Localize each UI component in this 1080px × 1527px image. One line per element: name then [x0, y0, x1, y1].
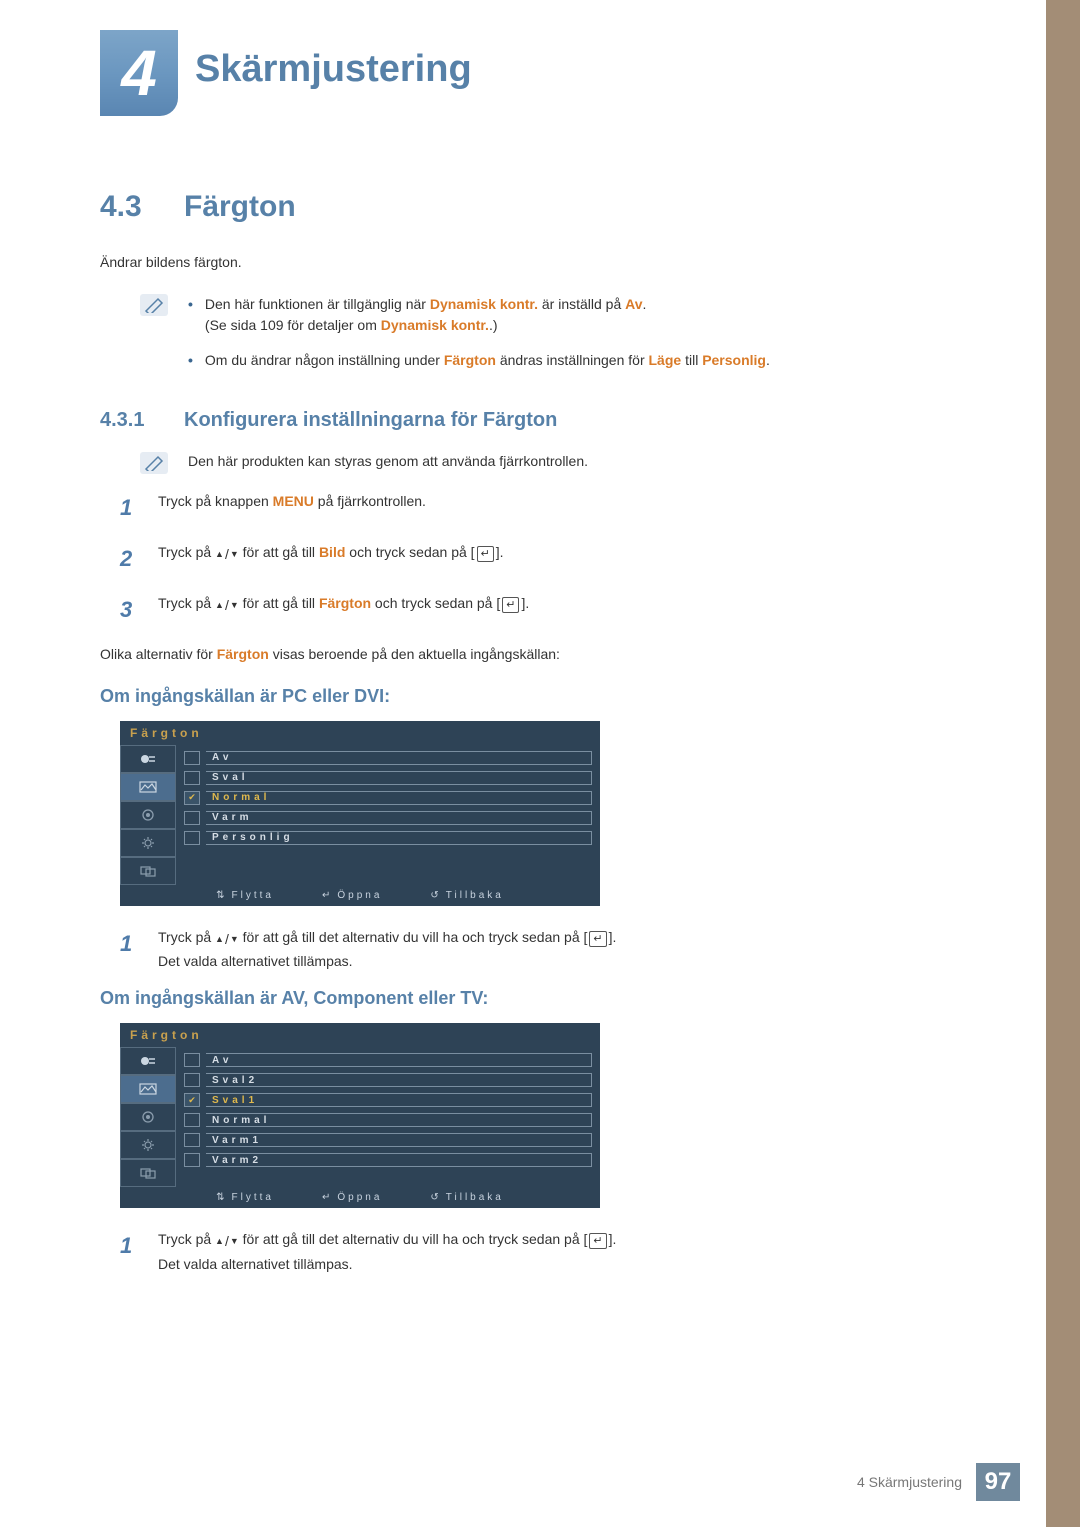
- osd-item-selected: ✔Sval1: [184, 1091, 592, 1109]
- osd-icon-setup: [120, 829, 176, 857]
- osd-foot-back: ↺Tillbaka: [430, 1192, 503, 1203]
- osd-icon-sound: [120, 801, 176, 829]
- subsection-note: Den här produkten kan styras genom att a…: [188, 452, 960, 472]
- paragraph-options: Olika alternativ för Färgton visas beroe…: [100, 646, 960, 662]
- step-2: 2 Tryck på / för att gå till Bild och tr…: [120, 541, 960, 576]
- osd-foot-back: ↺Tillbaka: [430, 890, 503, 901]
- osd-icon-sound: [120, 1103, 176, 1131]
- step-after-osd1: 1 Tryck på / för att gå till det alterna…: [120, 926, 960, 973]
- osd-item: Av: [184, 1051, 592, 1069]
- osd-title: Färgton: [120, 721, 600, 745]
- note-icon: [140, 452, 168, 474]
- osd-icon-multi: [120, 1159, 176, 1187]
- enter-icon: [589, 931, 606, 947]
- subsection-title: Konfigurera inställningarna för Färgton: [184, 409, 557, 432]
- up-down-icon: /: [215, 543, 239, 565]
- osd-item: Varm2: [184, 1151, 592, 1169]
- osd-icon-picture: [120, 1075, 176, 1103]
- up-down-icon: /: [215, 594, 239, 616]
- osd-menu-av: Färgton Av Sval2 ✔Sval1 Normal Varm1 Var…: [120, 1023, 600, 1208]
- step-after-osd2: 1 Tryck på / för att gå till det alterna…: [120, 1228, 960, 1275]
- enter-icon: [502, 597, 519, 613]
- note-bullet-2: Om du ändrar någon inställning under Fär…: [188, 350, 960, 371]
- osd-icon-input: [120, 745, 176, 773]
- up-down-icon: /: [215, 1230, 239, 1252]
- step-3: 3 Tryck på / för att gå till Färgton och…: [120, 592, 960, 627]
- side-accent-band: [1046, 0, 1080, 1527]
- osd-icon-multi: [120, 857, 176, 885]
- osd-item: Varm1: [184, 1131, 592, 1149]
- enter-icon: [589, 1233, 606, 1249]
- heading-pc-dvi: Om ingångskällan är PC eller DVI:: [100, 686, 960, 707]
- intro-text: Ändrar bildens färgton.: [100, 254, 960, 270]
- osd-foot-move: ⇅Flytta: [216, 1192, 274, 1203]
- osd-item: Sval2: [184, 1071, 592, 1089]
- osd-item: Varm: [184, 809, 592, 827]
- osd-menu-pc: Färgton Av Sval ✔Normal Varm Personlig: [120, 721, 600, 906]
- osd-title: Färgton: [120, 1023, 600, 1047]
- osd-foot-open: ↵Öppna: [322, 1192, 382, 1203]
- osd-icon-setup: [120, 1131, 176, 1159]
- note-icon: [140, 294, 168, 316]
- heading-av-component-tv: Om ingångskällan är AV, Component eller …: [100, 988, 960, 1009]
- note-bullet-1: Den här funktionen är tillgänglig när Dy…: [188, 294, 960, 336]
- osd-item: Personlig: [184, 829, 592, 847]
- step-1: 1 Tryck på knappen MENU på fjärrkontroll…: [120, 490, 960, 525]
- osd-item: Sval: [184, 769, 592, 787]
- chapter-number-badge: 4: [100, 30, 178, 116]
- chapter-title: Skärmjustering: [195, 48, 472, 91]
- footer-label: 4 Skärmjustering: [857, 1474, 962, 1490]
- osd-item: Av: [184, 749, 592, 767]
- up-down-icon: /: [215, 928, 239, 950]
- subsection-number: 4.3.1: [100, 409, 160, 432]
- osd-icon-input: [120, 1047, 176, 1075]
- osd-icon-picture: [120, 773, 176, 801]
- section-title: Färgton: [184, 190, 296, 224]
- osd-item: Normal: [184, 1111, 592, 1129]
- section-number: 4.3: [100, 190, 160, 224]
- osd-foot-open: ↵Öppna: [322, 890, 382, 901]
- enter-icon: [477, 546, 494, 562]
- osd-foot-move: ⇅Flytta: [216, 890, 274, 901]
- page-number: 97: [976, 1463, 1020, 1501]
- osd-item-selected: ✔Normal: [184, 789, 592, 807]
